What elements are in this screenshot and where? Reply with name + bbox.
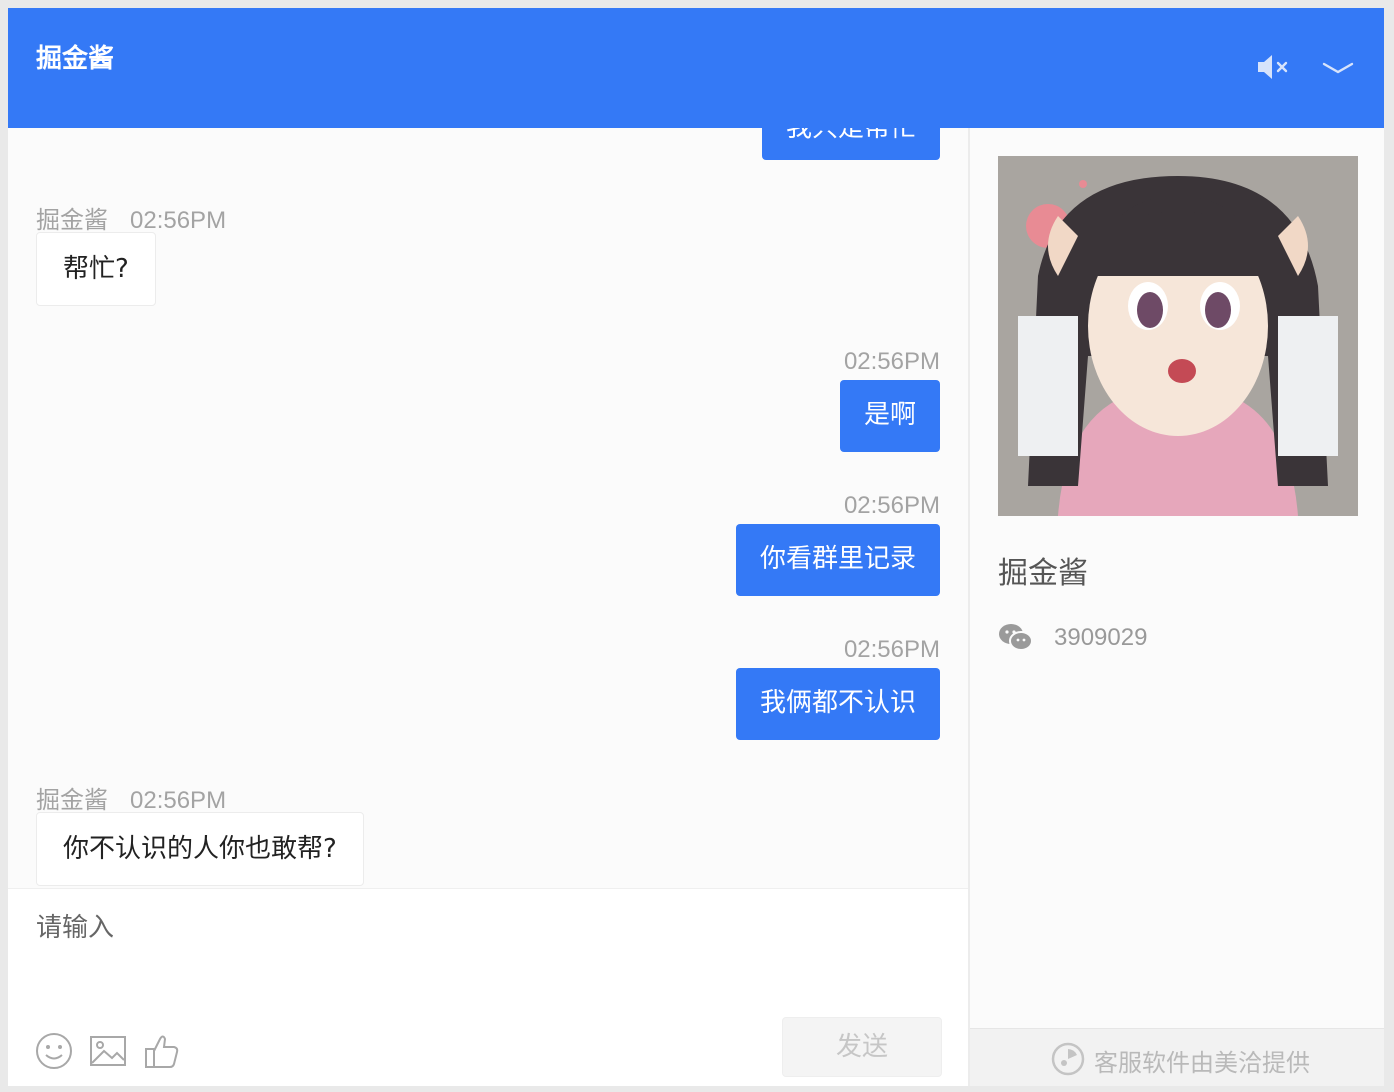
image-icon bbox=[90, 1036, 126, 1066]
emoji-icon bbox=[36, 1033, 72, 1069]
chat-header: 掘金酱 bbox=[8, 8, 1384, 128]
collapse-button[interactable] bbox=[1318, 50, 1358, 84]
message-meta: 掘金酱 02:56PM bbox=[36, 200, 226, 235]
thumbs-up-icon bbox=[145, 1035, 179, 1068]
message-input[interactable] bbox=[36, 907, 936, 1007]
message-bubble-outgoing: 我只是帮忙 bbox=[762, 128, 940, 160]
chat-window: 掘金酱 我只是帮忙 掘金酱 02:56PM 帮忙? 02:56PM 是啊 02:5… bbox=[8, 8, 1384, 1086]
composer: 发送 bbox=[8, 888, 968, 1086]
send-button[interactable]: 发送 bbox=[782, 1017, 942, 1077]
sender-name: 掘金酱 bbox=[36, 786, 108, 814]
thumbs-up-button[interactable] bbox=[142, 1031, 182, 1071]
wechat-icon bbox=[999, 624, 1033, 651]
sender-name: 掘金酱 bbox=[36, 206, 108, 234]
message-bubble-outgoing: 是啊 bbox=[840, 380, 940, 452]
header-title: 掘金酱 bbox=[36, 44, 115, 74]
avatar bbox=[998, 156, 1358, 516]
footer-text: 客服软件由美洽提供 bbox=[1094, 1049, 1310, 1077]
wechat-id: 3909029 bbox=[1054, 624, 1148, 651]
emoji-button[interactable] bbox=[34, 1031, 74, 1071]
message-bubble-outgoing: 你看群里记录 bbox=[736, 524, 940, 596]
profile-panel: 掘金酱 3909029 客服软件由美洽提供 bbox=[970, 128, 1384, 1086]
chevron-down-icon bbox=[1322, 62, 1354, 74]
message-time: 02:56PM bbox=[130, 787, 227, 814]
message-time: 02:56PM bbox=[130, 207, 227, 234]
meiqia-logo-icon bbox=[1051, 1042, 1085, 1076]
message-bubble-outgoing: 我俩都不认识 bbox=[736, 668, 940, 740]
image-button[interactable] bbox=[88, 1031, 128, 1071]
message-meta: 掘金酱 02:56PM bbox=[36, 780, 226, 815]
profile-name: 掘金酱 bbox=[998, 556, 1088, 591]
message-time: 02:56PM bbox=[843, 492, 940, 519]
powered-by-footer[interactable]: 客服软件由美洽提供 bbox=[970, 1028, 1384, 1086]
mute-button[interactable] bbox=[1254, 50, 1294, 84]
message-time: 02:56PM bbox=[843, 348, 940, 375]
message-bubble-incoming: 你不认识的人你也敢帮? bbox=[36, 812, 364, 886]
speaker-muted-icon bbox=[1258, 55, 1288, 79]
message-list[interactable]: 我只是帮忙 掘金酱02:56PM 帮忙? 02:56PM 是啊 02:56PM … bbox=[8, 128, 968, 888]
message-time: 02:56PM bbox=[843, 636, 940, 663]
message-bubble-incoming: 帮忙? bbox=[36, 232, 156, 306]
